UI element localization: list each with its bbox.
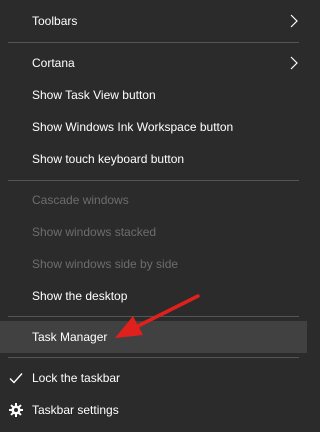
menu-item-show-ink-workspace[interactable]: Show Windows Ink Workspace button bbox=[0, 111, 307, 143]
menu-item-label: Show Windows Ink Workspace button bbox=[32, 120, 234, 134]
menu-separator bbox=[8, 316, 299, 317]
menu-separator bbox=[8, 357, 299, 358]
menu-item-label: Show windows stacked bbox=[32, 225, 157, 239]
menu-item-toolbars[interactable]: Toolbars bbox=[0, 5, 307, 37]
menu-item-label: Show Task View button bbox=[32, 88, 156, 102]
chevron-right-icon bbox=[290, 14, 298, 28]
menu-item-show-touch-keyboard[interactable]: Show touch keyboard button bbox=[0, 143, 307, 175]
chevron-right-icon bbox=[290, 56, 298, 70]
menu-item-label: Taskbar settings bbox=[32, 403, 119, 417]
taskbar-context-menu: Toolbars Cortana Show Task View button S… bbox=[0, 0, 307, 432]
menu-item-cascade-windows: Cascade windows bbox=[0, 184, 307, 216]
menu-item-label: Lock the taskbar bbox=[32, 371, 121, 385]
menu-separator bbox=[8, 42, 299, 43]
menu-item-label: Cortana bbox=[32, 56, 75, 70]
menu-item-task-manager[interactable]: Task Manager bbox=[0, 321, 307, 353]
checkmark-icon bbox=[9, 373, 23, 384]
menu-item-cortana[interactable]: Cortana bbox=[0, 47, 307, 79]
menu-item-lock-taskbar[interactable]: Lock the taskbar bbox=[0, 362, 307, 394]
menu-item-show-desktop[interactable]: Show the desktop bbox=[0, 280, 307, 312]
menu-item-show-task-view[interactable]: Show Task View button bbox=[0, 79, 307, 111]
menu-item-windows-side-by-side: Show windows side by side bbox=[0, 248, 307, 280]
menu-item-windows-stacked: Show windows stacked bbox=[0, 216, 307, 248]
menu-separator bbox=[8, 180, 299, 181]
menu-item-label: Show touch keyboard button bbox=[32, 152, 185, 166]
gear-icon bbox=[9, 403, 23, 417]
menu-item-label: Show windows side by side bbox=[32, 257, 179, 271]
menu-item-label: Task Manager bbox=[32, 330, 108, 344]
menu-item-label: Show the desktop bbox=[32, 289, 128, 303]
menu-item-taskbar-settings[interactable]: Taskbar settings bbox=[0, 394, 307, 426]
menu-item-label: Toolbars bbox=[32, 14, 78, 28]
menu-item-label: Cascade windows bbox=[32, 193, 129, 207]
